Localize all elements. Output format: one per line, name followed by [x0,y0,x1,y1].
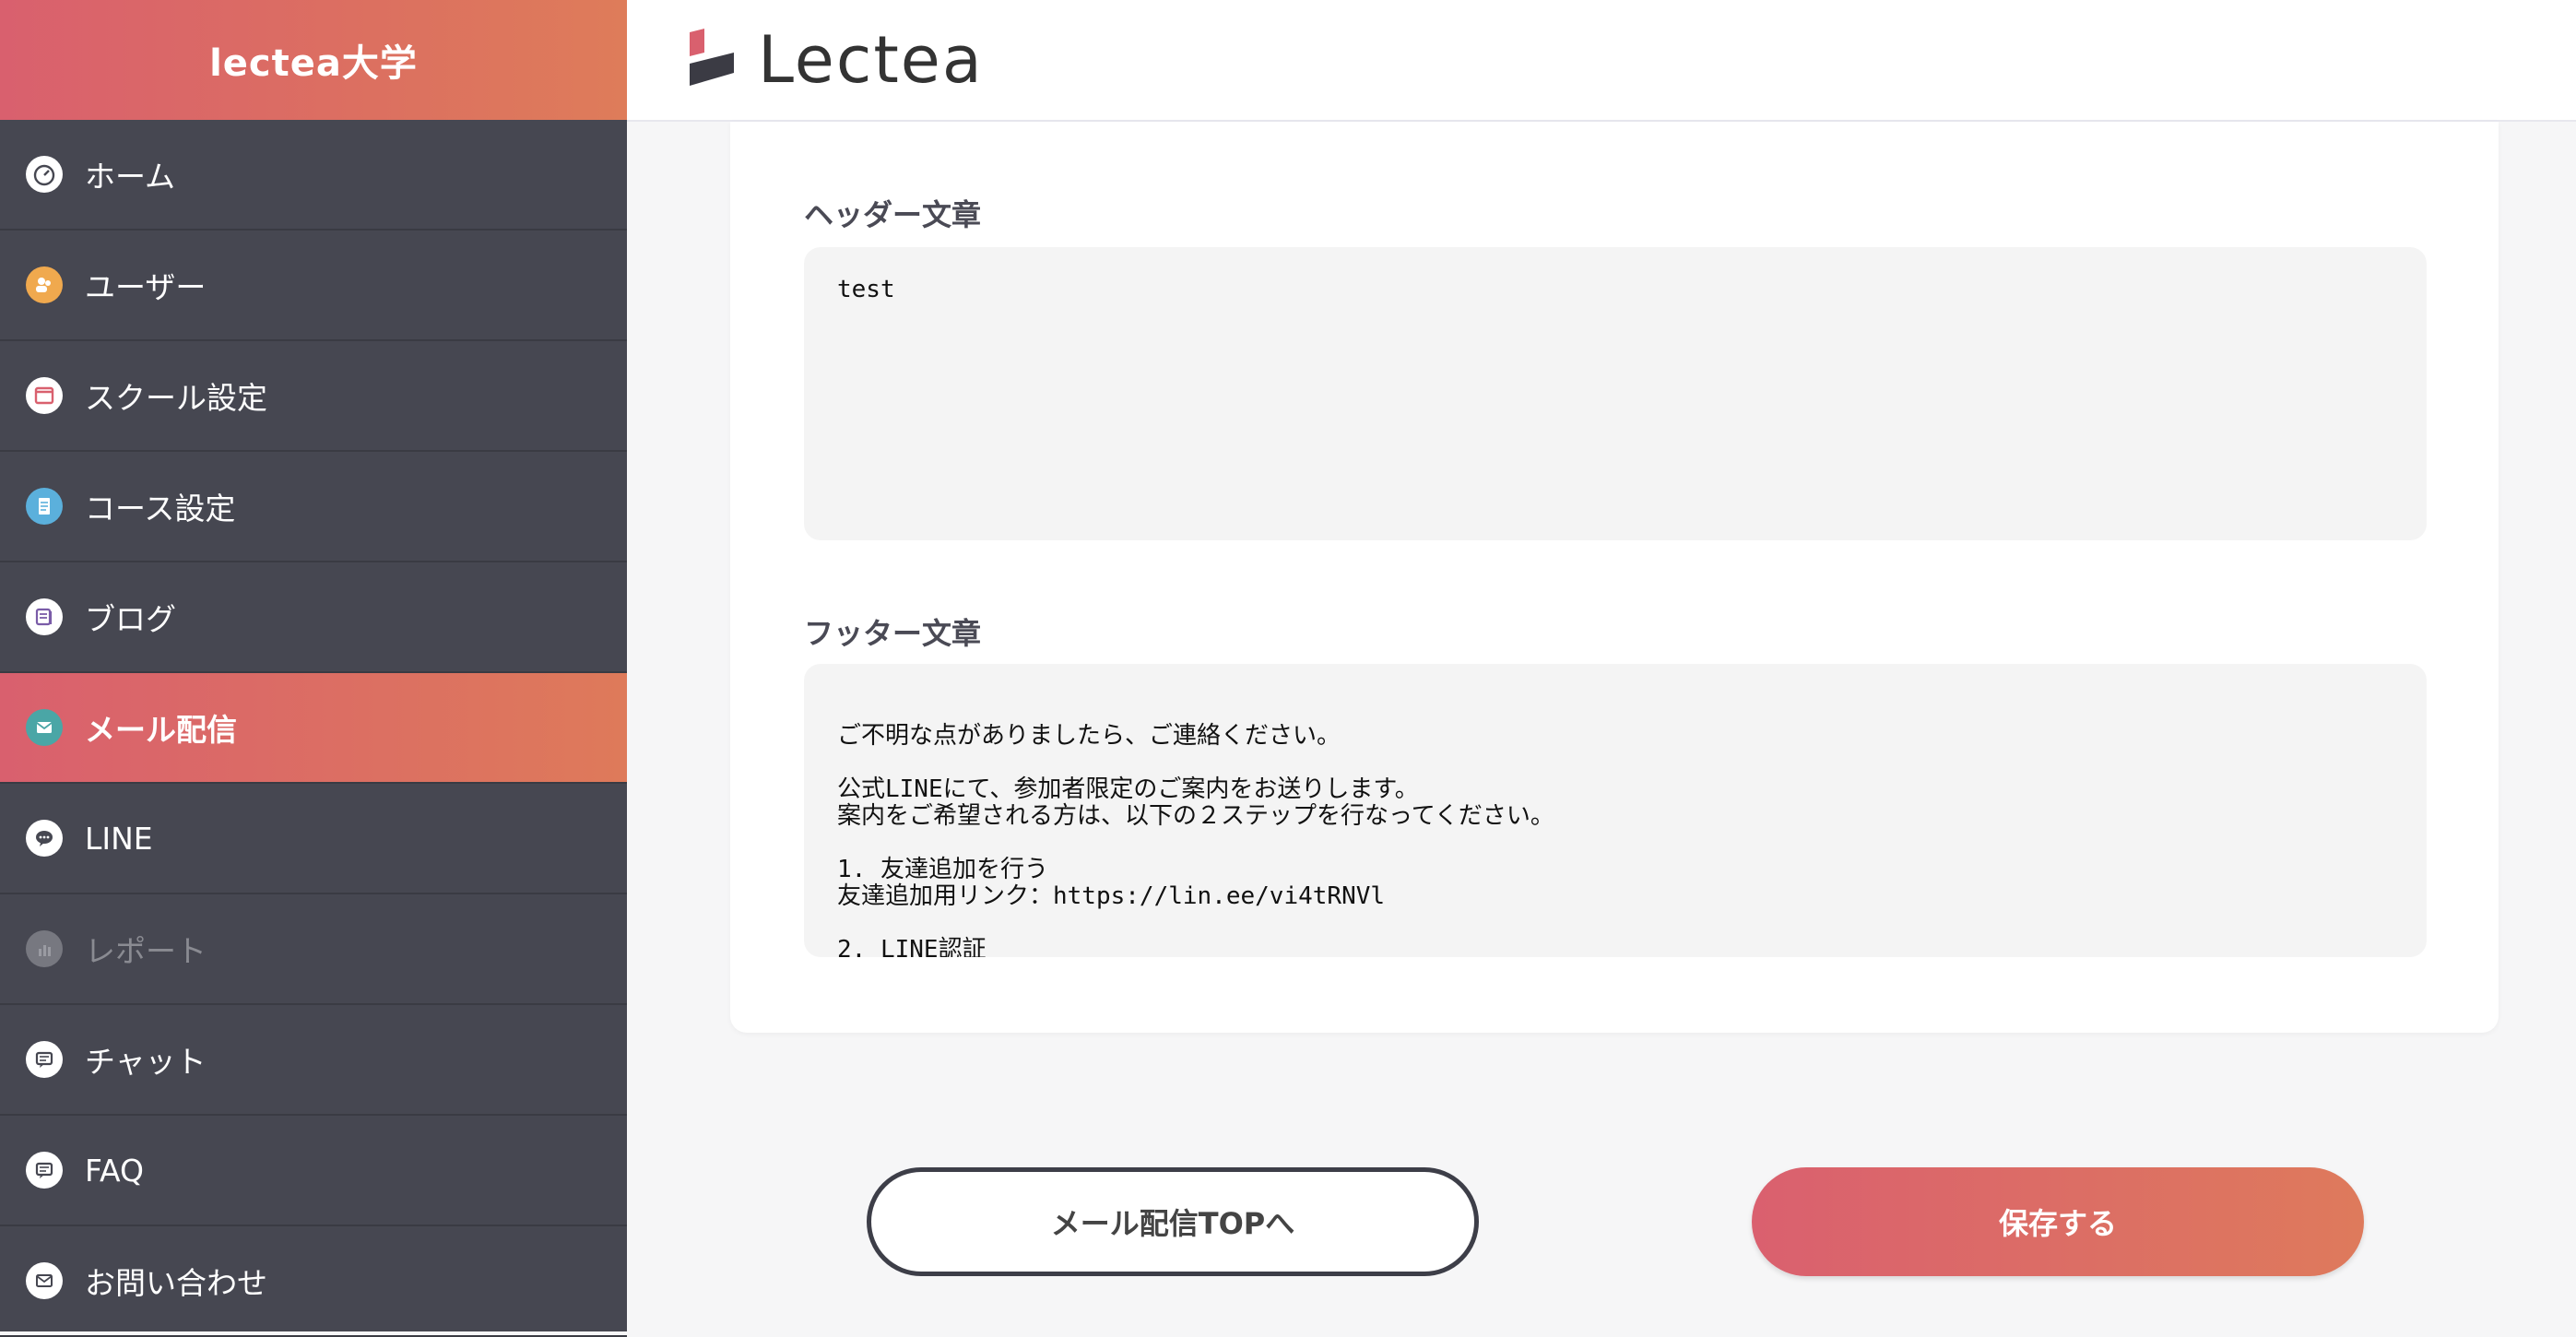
sidebar-item-label: メール配信 [85,712,237,748]
logo-mark-icon [690,29,734,86]
chat-bubble-icon [26,820,63,857]
faq-icon [26,1152,63,1189]
sidebar-item-faq[interactable]: FAQ [0,1116,627,1226]
logo[interactable]: Lectea [686,22,984,98]
top-header: Lectea [627,0,2576,122]
sidebar-item-school-settings[interactable]: スクール設定 [0,341,627,452]
dashboard-icon [26,156,63,193]
sidebar-item-label: ホーム [85,159,176,195]
sidebar-item-label: ユーザー [85,269,207,305]
document-icon [26,488,63,525]
sidebar-item-mail-delivery[interactable]: メール配信 [0,673,627,784]
sidebar-item-label: FAQ [85,1152,144,1189]
chat-icon [26,1041,63,1078]
contact-mail-icon [26,1262,63,1299]
sidebar-item-label: チャット [85,1044,207,1080]
mail-settings-card: ヘッダー文章 test フッター文章 ご不明な点がありましたら、ご連絡ください。… [730,122,2499,1033]
sidebar-item-blog[interactable]: ブログ [0,562,627,673]
sidebar-item-course-settings[interactable]: コース設定 [0,452,627,562]
header-text-label: ヘッダー文章 [804,197,982,232]
sidebar-item-chat[interactable]: チャット [0,1005,627,1116]
logo-text: Lectea [758,22,984,98]
brand-title[interactable]: lectea大学 [0,0,627,120]
back-to-mail-top-button[interactable]: メール配信TOPへ [867,1167,1479,1276]
sidebar-item-home[interactable]: ホーム [0,120,627,231]
sidebar-item-line[interactable]: LINE [0,784,627,894]
sidebar-item-users[interactable]: ユーザー [0,231,627,341]
sidebar-item-contact[interactable]: お問い合わせ [0,1226,627,1337]
sidebar: lectea大学 ホーム ユーザー スクール設定 コース設定 ブログ メール配信… [0,0,627,1337]
header-text-field[interactable]: test [804,247,2427,540]
report-icon [26,930,63,967]
sidebar-nav: ホーム ユーザー スクール設定 コース設定 ブログ メール配信 LINE レポー… [0,120,627,1337]
save-button[interactable]: 保存する [1752,1167,2364,1276]
sidebar-item-label: コース設定 [85,491,236,527]
footer-text-field[interactable]: ご不明な点がありましたら、ご連絡ください。 公式LINEにて、参加者限定のご案内… [804,664,2427,957]
sidebar-item-report[interactable]: レポート [0,894,627,1005]
blog-icon [26,598,63,635]
sidebar-item-label: スクール設定 [85,380,267,416]
mail-icon [26,709,63,746]
footer-text-content: ご不明な点がありましたら、ご連絡ください。 公式LINEにて、参加者限定のご案内… [837,722,1554,958]
sidebar-item-label: LINE [85,820,153,857]
sidebar-item-label: レポート [85,933,207,969]
footer-text-label: フッター文章 [804,616,982,651]
sidebar-item-label: お問い合わせ [85,1265,267,1301]
sidebar-item-label: ブログ [85,601,176,637]
users-icon [26,266,63,303]
window-icon [26,377,63,414]
